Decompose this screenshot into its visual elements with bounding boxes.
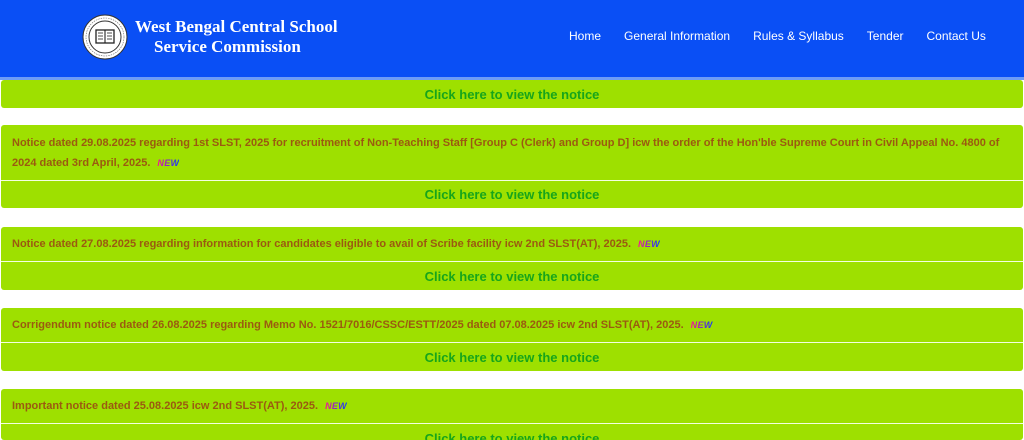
view-notice-link[interactable]: Click here to view the notice <box>1 424 1023 440</box>
site-header: West Bengal Central School Service Commi… <box>0 0 1024 77</box>
view-notice-link[interactable]: Click here to view the notice <box>1 181 1023 208</box>
org-name-line2: Service Commission <box>154 37 301 56</box>
notice-card: Notice dated 27.08.2025 regarding inform… <box>1 227 1023 290</box>
commission-seal-logo[interactable] <box>82 14 128 60</box>
nav-general-information[interactable]: General Information <box>624 28 730 44</box>
view-notice-link[interactable]: Click here to view the notice <box>1 262 1023 290</box>
new-badge: NEW <box>325 396 347 416</box>
new-badge: NEW <box>157 158 180 168</box>
notice-text: Notice dated 29.08.2025 regarding 1st SL… <box>1 125 1023 180</box>
new-badge: NEW <box>638 234 660 254</box>
notice-description: Notice dated 27.08.2025 regarding inform… <box>12 238 632 250</box>
notice-description: Important notice dated 25.08.2025 icw 2n… <box>12 400 319 412</box>
nav-contact-us[interactable]: Contact Us <box>927 28 986 44</box>
notice-card: Important notice dated 25.08.2025 icw 2n… <box>1 389 1023 440</box>
nav-rules-syllabus[interactable]: Rules & Syllabus <box>753 28 844 44</box>
nav-home[interactable]: Home <box>569 28 601 44</box>
notice-description: Corrigendum notice dated 26.08.2025 rega… <box>12 319 684 331</box>
organization-name[interactable]: West Bengal Central School Service Commi… <box>135 17 338 57</box>
notice-text: Corrigendum notice dated 26.08.2025 rega… <box>1 308 1023 342</box>
notice-card: Corrigendum notice dated 26.08.2025 rega… <box>1 308 1023 371</box>
new-badge: NEW <box>691 315 713 335</box>
view-notice-link[interactable]: Click here to view the notice <box>1 343 1023 371</box>
notice-text: Notice dated 27.08.2025 regarding inform… <box>1 227 1023 261</box>
org-name-line1: West Bengal Central School <box>135 17 338 36</box>
main-nav: Home General Information Rules & Syllabu… <box>569 28 1009 44</box>
nav-tender[interactable]: Tender <box>867 28 904 44</box>
notice-card: Click here to view the notice <box>1 80 1023 108</box>
notice-card: Notice dated 29.08.2025 regarding 1st SL… <box>1 125 1023 208</box>
view-notice-link[interactable]: Click here to view the notice <box>1 80 1023 108</box>
notice-text: Important notice dated 25.08.2025 icw 2n… <box>1 389 1023 423</box>
